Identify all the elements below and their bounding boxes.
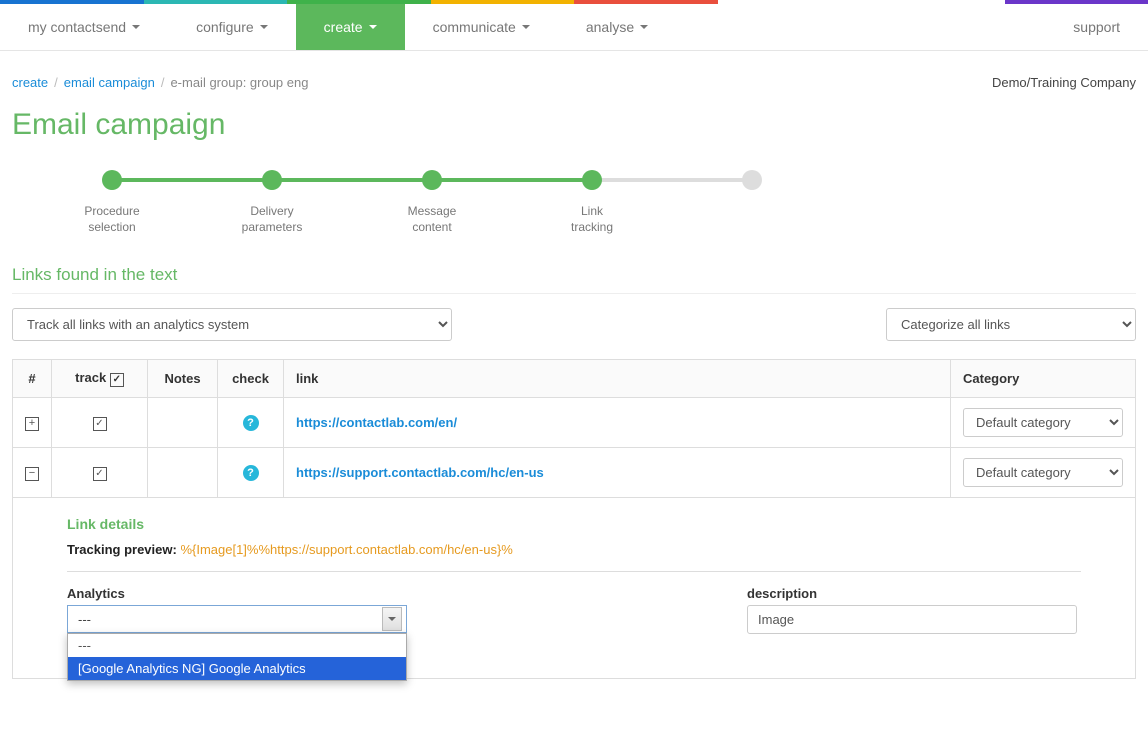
analytics-select[interactable]: --- <box>67 605 407 633</box>
track-all-select[interactable]: Track all links with an analytics system <box>12 308 452 341</box>
chevron-down-icon <box>260 25 268 29</box>
company-label: Demo/Training Company <box>992 75 1136 90</box>
col-num: # <box>13 360 52 398</box>
breadcrumb-current: e-mail group: group eng <box>170 75 308 90</box>
collapse-icon[interactable]: − <box>25 467 39 481</box>
table-row: + ✓? https://contactlab.com/en/Default cat… <box>13 398 1136 448</box>
analytics-option[interactable]: [Google Analytics NG] Google Analytics <box>68 657 406 680</box>
chevron-down-icon <box>522 25 530 29</box>
details-title: Link details <box>67 516 1081 532</box>
check-all-icon[interactable]: ✓ <box>110 373 124 387</box>
expand-icon[interactable]: + <box>25 417 39 431</box>
chevron-down-icon <box>369 25 377 29</box>
description-label: description <box>747 586 1077 601</box>
notes-cell <box>148 398 218 448</box>
step-0: Procedureselection <box>32 170 192 235</box>
preview-value: %{Image[1]%%https://support.contactlab.c… <box>180 542 512 557</box>
nav-item-create[interactable]: create <box>296 4 405 50</box>
nav-item-communicate[interactable]: communicate <box>405 4 558 50</box>
analytics-label: Analytics <box>67 586 407 601</box>
nav-item-analyse[interactable]: analyse <box>558 4 676 50</box>
step-4 <box>672 170 832 204</box>
nav-support[interactable]: support <box>1045 4 1148 50</box>
progress-stepper: ProcedureselectionDeliveryparametersMess… <box>12 170 1136 235</box>
col-track: track ✓ <box>52 360 148 398</box>
breadcrumb-link[interactable]: create <box>12 75 48 90</box>
link-details-panel: Link details Tracking preview: %{Image[1]… <box>13 498 1136 679</box>
breadcrumb: create/email campaign/e-mail group: grou… <box>12 75 308 90</box>
link-url[interactable]: https://support.contactlab.com/hc/en-us <box>296 465 544 480</box>
chevron-down-icon <box>132 25 140 29</box>
col-notes: Notes <box>148 360 218 398</box>
description-input[interactable] <box>747 605 1077 634</box>
page-title: Email campaign <box>12 108 1136 142</box>
help-icon[interactable]: ? <box>243 415 259 431</box>
chevron-down-icon <box>382 607 402 631</box>
analytics-option[interactable]: --- <box>68 634 406 657</box>
breadcrumb-link[interactable]: email campaign <box>64 75 155 90</box>
notes-cell <box>148 448 218 498</box>
section-title: Links found in the text <box>12 265 1136 285</box>
col-link: link <box>284 360 951 398</box>
help-icon[interactable]: ? <box>243 465 259 481</box>
analytics-dropdown: ---[Google Analytics NG] Google Analytic… <box>67 633 407 681</box>
preview-label: Tracking preview: <box>67 542 180 557</box>
categorize-all-select[interactable]: Categorize all links <box>886 308 1136 341</box>
table-row: − ✓? https://support.contactlab.com/hc/en-… <box>13 448 1136 498</box>
col-check: check <box>218 360 284 398</box>
chevron-down-icon <box>640 25 648 29</box>
track-checkbox[interactable]: ✓ <box>93 417 107 431</box>
link-url[interactable]: https://contactlab.com/en/ <box>296 415 457 430</box>
nav-item-my-contactsend[interactable]: my contactsend <box>0 4 168 50</box>
track-checkbox[interactable]: ✓ <box>93 467 107 481</box>
main-nav: my contactsendconfigurecreatecommunicate… <box>0 4 1148 51</box>
links-table: # track ✓ Notes check link Category + ✓? h… <box>12 359 1136 679</box>
nav-item-configure[interactable]: configure <box>168 4 296 50</box>
category-select[interactable]: Default category <box>963 408 1123 437</box>
category-select[interactable]: Default category <box>963 458 1123 487</box>
col-category: Category <box>951 360 1136 398</box>
